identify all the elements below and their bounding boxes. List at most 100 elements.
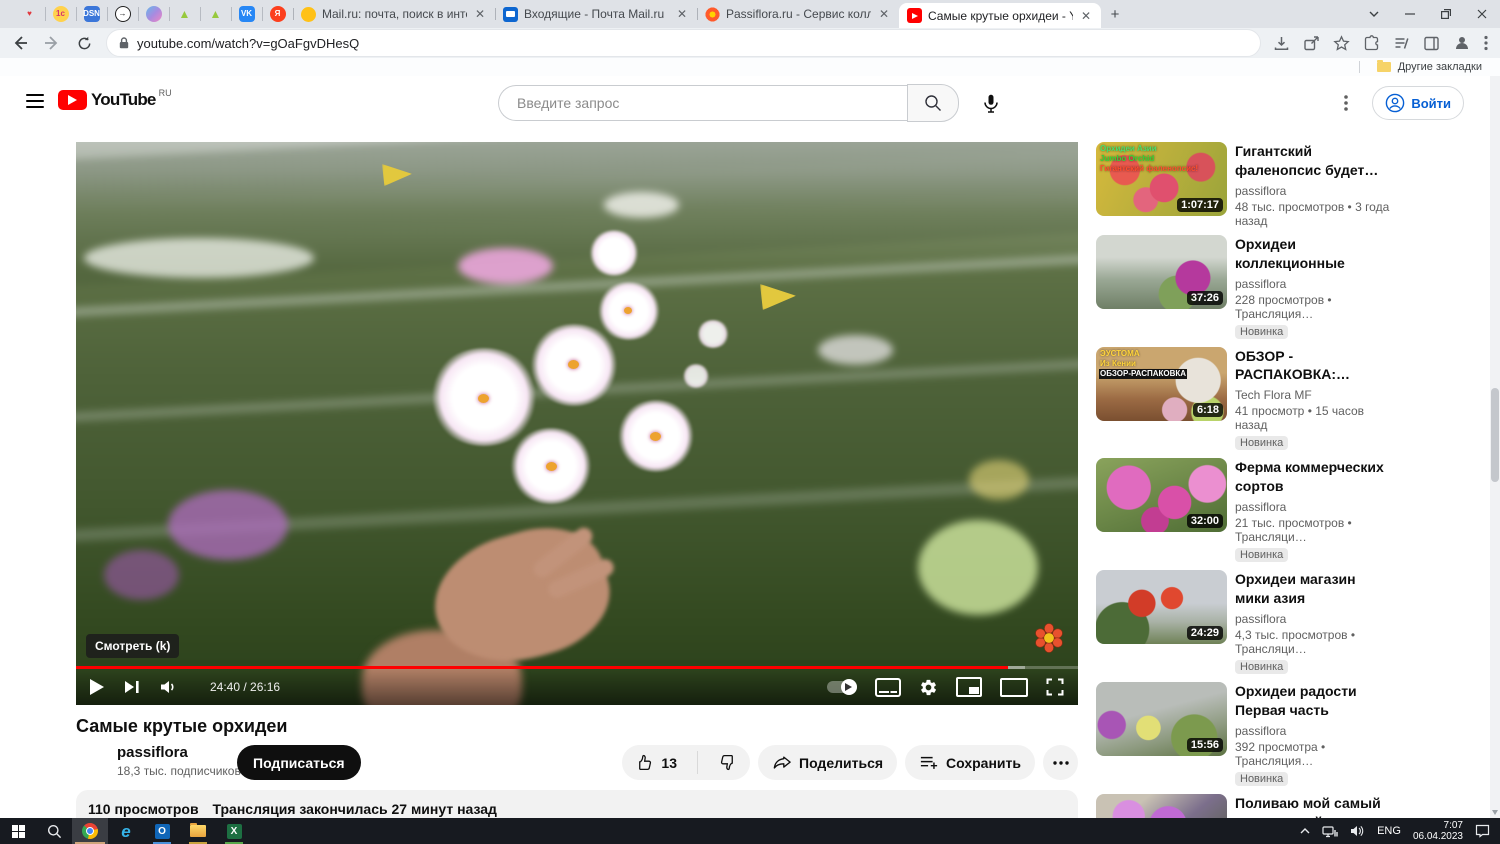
tray-chevron-icon[interactable] bbox=[1300, 828, 1310, 834]
video-thumbnail[interactable]: 24:29 bbox=[1096, 570, 1227, 644]
channel-name[interactable]: passiflora bbox=[117, 744, 241, 761]
side-panel-icon[interactable] bbox=[1423, 35, 1440, 52]
video-title[interactable]: Орхидеи коллекционные bbox=[1235, 235, 1391, 273]
channel-name[interactable]: passiflora bbox=[1235, 184, 1391, 198]
video-title[interactable]: Ферма коммерческих сортов bbox=[1235, 458, 1391, 496]
search-box[interactable] bbox=[498, 85, 907, 121]
miniplayer-icon[interactable] bbox=[956, 677, 982, 697]
language-indicator[interactable]: ENG bbox=[1377, 825, 1401, 837]
taskbar-ie-icon[interactable]: e bbox=[108, 818, 144, 844]
restore-button[interactable] bbox=[1428, 0, 1464, 28]
voice-search-button[interactable] bbox=[973, 85, 1009, 121]
taskbar-chrome-icon[interactable] bbox=[72, 818, 108, 844]
recommended-video[interactable]: 24:29Орхидеи магазин мики азия passiflora… bbox=[1096, 570, 1396, 675]
taskbar-search-icon[interactable] bbox=[36, 818, 72, 844]
yt-menu-icon[interactable] bbox=[1344, 94, 1348, 112]
notification-icon[interactable] bbox=[1475, 824, 1490, 838]
back-button[interactable] bbox=[8, 31, 32, 55]
video-thumbnail[interactable]: 15:56 bbox=[1096, 682, 1227, 756]
tab-close-icon[interactable]: ✕ bbox=[1079, 8, 1093, 24]
fullscreen-icon[interactable] bbox=[1046, 678, 1064, 696]
vk-icon[interactable]: VK bbox=[231, 0, 262, 28]
video-title[interactable]: Гигантский фаленопсис будет цвести! bbox=[1235, 142, 1391, 180]
video-player[interactable]: Смотреть (k) 24:40 / 26:16 bbox=[76, 142, 1078, 705]
recommended-video[interactable]: 43:26 Поливаю мой самый популярный подоко… bbox=[1096, 794, 1396, 818]
new-tab-button[interactable]: + bbox=[1101, 0, 1129, 28]
channel-name[interactable]: passiflora bbox=[1235, 612, 1391, 626]
like-button[interactable]: 13 bbox=[622, 745, 690, 780]
channel-name[interactable]: passiflora bbox=[1235, 277, 1391, 291]
channel-name[interactable]: Tech Flora MF bbox=[1235, 388, 1391, 402]
video-title[interactable]: ОБЗОР - РАСПАКОВКА: кенийская эустома от… bbox=[1235, 347, 1391, 385]
channel-name[interactable]: passiflora bbox=[1235, 724, 1391, 738]
theater-mode-icon[interactable] bbox=[1000, 678, 1028, 697]
search-button[interactable] bbox=[907, 84, 959, 122]
forward-button[interactable] bbox=[40, 31, 64, 55]
video-title[interactable]: Поливаю мой самый популярный подоконник … bbox=[1235, 794, 1391, 818]
address-bar[interactable]: youtube.com/watch?v=gOaFgvDHesQ bbox=[106, 29, 1261, 57]
taskbar-outlook-icon[interactable]: O bbox=[144, 818, 180, 844]
heart-icon[interactable]: ♥ bbox=[14, 0, 45, 28]
volume-icon[interactable] bbox=[160, 679, 178, 695]
minimize-button[interactable] bbox=[1392, 0, 1428, 28]
tab[interactable]: Passiflora.ru - Сервис коллектив✕ bbox=[697, 0, 899, 28]
triangle-icon[interactable]: ▲ bbox=[200, 0, 231, 28]
1c-icon[interactable]: 1с bbox=[45, 0, 76, 28]
recommended-video[interactable]: ЭУСТОМАИз КенииОБЗОР-РАСПАКОВКА6:18ОБЗОР… bbox=[1096, 347, 1396, 452]
settings-gear-icon[interactable] bbox=[919, 678, 938, 697]
video-thumbnail[interactable]: 32:00 bbox=[1096, 458, 1227, 532]
taskbar-explorer-icon[interactable] bbox=[180, 818, 216, 844]
video-thumbnail[interactable]: 43:26 bbox=[1096, 794, 1227, 818]
network-icon[interactable] bbox=[1322, 825, 1338, 838]
dsn-icon[interactable]: DSN bbox=[76, 0, 107, 28]
hamburger-menu-icon[interactable] bbox=[26, 94, 44, 108]
taskbar-clock[interactable]: 7:07 06.04.2023 bbox=[1413, 820, 1463, 843]
start-button[interactable] bbox=[0, 818, 36, 844]
recommended-video[interactable]: 37:26Орхидеи коллекционныеpassiflora228 … bbox=[1096, 235, 1396, 340]
extensions-icon[interactable] bbox=[1363, 35, 1380, 52]
signin-button[interactable]: Войти bbox=[1372, 86, 1464, 120]
channel-info[interactable]: passiflora 18,3 тыс. подписчиков bbox=[117, 744, 241, 778]
recommended-video[interactable]: 32:00Ферма коммерческих сортовpassiflora… bbox=[1096, 458, 1396, 563]
video-title[interactable]: Орхидеи радости Первая часть bbox=[1235, 682, 1391, 720]
recommended-video[interactable]: 15:56Орхидеи радости Первая часть passifl… bbox=[1096, 682, 1396, 787]
more-actions-button[interactable] bbox=[1043, 745, 1078, 780]
scrollbar-thumb[interactable] bbox=[1491, 388, 1499, 482]
tab[interactable]: Mail.ru: почта, поиск в интерне✕ bbox=[293, 0, 495, 28]
play-button[interactable] bbox=[90, 679, 104, 695]
bookmark-star-icon[interactable] bbox=[1333, 35, 1350, 52]
speaker-icon[interactable] bbox=[1350, 825, 1365, 837]
tab-active[interactable]: Самые крутые орхидеи - YouTu✕ bbox=[899, 3, 1101, 28]
video-title[interactable]: Орхидеи магазин мики азия bbox=[1235, 570, 1391, 608]
video-thumbnail[interactable]: Орхидеи АзииJumbo OrchidГигантский фален… bbox=[1096, 142, 1227, 216]
triangle-icon[interactable]: ▲ bbox=[169, 0, 200, 28]
arrow-circle-icon[interactable]: → bbox=[107, 0, 138, 28]
taskbar-excel-icon[interactable]: X bbox=[216, 818, 252, 844]
share-button[interactable]: Поделиться bbox=[758, 745, 897, 780]
video-thumbnail[interactable]: 37:26 bbox=[1096, 235, 1227, 309]
tab-search-icon[interactable] bbox=[1356, 0, 1392, 28]
browser-menu-icon[interactable] bbox=[1484, 35, 1488, 51]
subtitles-icon[interactable] bbox=[875, 678, 901, 697]
subscribe-button[interactable]: Подписаться bbox=[237, 745, 361, 780]
yandex-icon[interactable]: Я bbox=[262, 0, 293, 28]
autoplay-toggle[interactable] bbox=[827, 681, 857, 693]
downloads-icon[interactable] bbox=[1273, 35, 1290, 52]
dislike-button[interactable] bbox=[705, 745, 750, 780]
reload-button[interactable] bbox=[72, 31, 96, 55]
url-text[interactable]: youtube.com/watch?v=gOaFgvDHesQ bbox=[137, 36, 359, 51]
video-thumbnail[interactable]: ЭУСТОМАИз КенииОБЗОР-РАСПАКОВКА6:18 bbox=[1096, 347, 1227, 421]
share-icon[interactable] bbox=[1303, 35, 1320, 52]
tab-close-icon[interactable]: ✕ bbox=[877, 6, 891, 22]
channel-watermark-icon[interactable] bbox=[1034, 623, 1064, 653]
reading-list-icon[interactable] bbox=[1393, 35, 1410, 52]
next-button[interactable] bbox=[124, 679, 140, 695]
save-button[interactable]: Сохранить bbox=[905, 745, 1035, 780]
tab-close-icon[interactable]: ✕ bbox=[473, 6, 487, 22]
search-input[interactable] bbox=[515, 94, 903, 112]
tab[interactable]: Входящие - Почта Mail.ru✕ bbox=[495, 0, 697, 28]
youtube-logo[interactable]: YouTube RU bbox=[58, 90, 172, 110]
page-scrollbar[interactable] bbox=[1490, 76, 1500, 818]
recommended-video[interactable]: Орхидеи АзииJumbo OrchidГигантский фален… bbox=[1096, 142, 1396, 228]
scrollbar-down-arrow[interactable] bbox=[1492, 810, 1498, 815]
